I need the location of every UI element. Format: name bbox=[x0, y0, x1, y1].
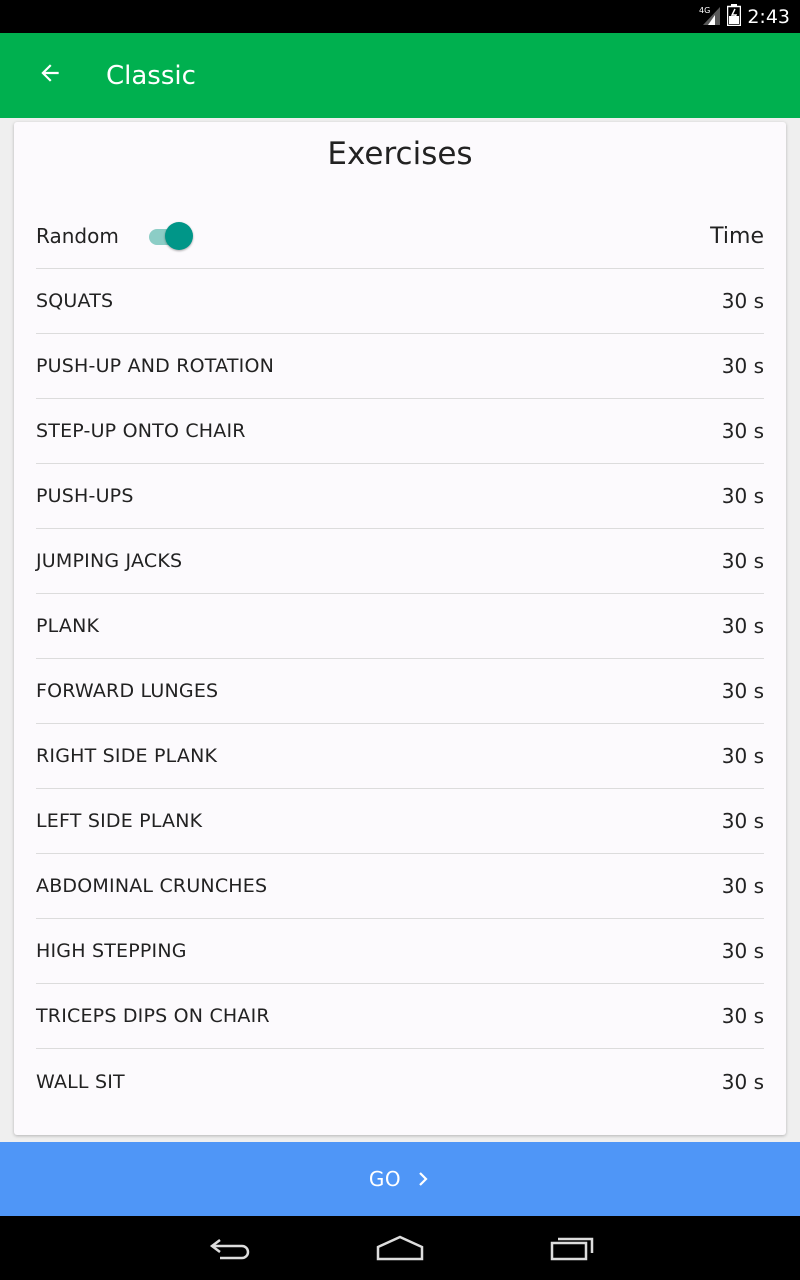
signal-icon: 4G bbox=[699, 4, 721, 31]
chevron-right-icon bbox=[419, 1172, 428, 1186]
nav-recents-button[interactable] bbox=[542, 1230, 602, 1266]
exercise-time: 30 s bbox=[721, 484, 764, 508]
list-item[interactable]: RIGHT SIDE PLANK 30 s bbox=[36, 724, 764, 789]
status-bar: 4G 2:43 bbox=[0, 0, 800, 33]
exercise-name: ABDOMINAL CRUNCHES bbox=[36, 875, 268, 897]
go-label: GO bbox=[368, 1167, 402, 1191]
exercise-time: 30 s bbox=[721, 1004, 764, 1028]
list-item[interactable]: HIGH STEPPING 30 s bbox=[36, 919, 764, 984]
exercise-name: LEFT SIDE PLANK bbox=[36, 810, 203, 832]
exercise-time: 30 s bbox=[721, 354, 764, 378]
status-time: 2:43 bbox=[747, 6, 790, 28]
toggle-thumb bbox=[164, 222, 193, 250]
list-item[interactable]: TRICEPS DIPS ON CHAIR 30 s bbox=[36, 984, 764, 1049]
random-label: Random bbox=[36, 224, 119, 248]
list-item[interactable]: PLANK 30 s bbox=[36, 594, 764, 659]
recents-nav-icon bbox=[550, 1237, 594, 1261]
battery-icon bbox=[727, 3, 742, 31]
exercises-card: Exercises Random Time SQUATS 30 s PUSH-UP … bbox=[14, 122, 786, 1135]
exercise-name: PUSH-UP AND ROTATION bbox=[36, 355, 275, 377]
home-nav-icon bbox=[376, 1235, 424, 1261]
back-nav-icon bbox=[209, 1239, 250, 1260]
exercise-time: 30 s bbox=[721, 939, 764, 963]
list-header: Random Time bbox=[36, 204, 764, 269]
network-type: 4G bbox=[699, 6, 710, 15]
exercise-name: JUMPING JACKS bbox=[36, 550, 183, 572]
list-item[interactable]: ABDOMINAL CRUNCHES 30 s bbox=[36, 854, 764, 919]
random-option: Random bbox=[36, 221, 195, 251]
exercise-name: RIGHT SIDE PLANK bbox=[36, 745, 218, 767]
list-item[interactable]: PUSH-UP AND ROTATION 30 s bbox=[36, 334, 764, 399]
nav-home-button[interactable] bbox=[370, 1230, 430, 1266]
system-nav-bar bbox=[0, 1216, 800, 1280]
exercise-name: PLANK bbox=[36, 615, 100, 637]
random-toggle[interactable] bbox=[147, 221, 195, 251]
list-item[interactable]: FORWARD LUNGES 30 s bbox=[36, 659, 764, 724]
exercise-time: 30 s bbox=[721, 549, 764, 573]
exercise-time: 30 s bbox=[721, 289, 764, 313]
nav-back-button[interactable] bbox=[200, 1230, 260, 1266]
list-item[interactable]: PUSH-UPS 30 s bbox=[36, 464, 764, 529]
time-header: Time bbox=[710, 223, 764, 249]
exercise-name: TRICEPS DIPS ON CHAIR bbox=[36, 1005, 270, 1027]
list-item[interactable]: LEFT SIDE PLANK 30 s bbox=[36, 789, 764, 854]
exercise-time: 30 s bbox=[721, 744, 764, 768]
exercise-time: 30 s bbox=[721, 1069, 764, 1094]
list-item[interactable]: JUMPING JACKS 30 s bbox=[36, 529, 764, 594]
exercise-name: SQUATS bbox=[36, 290, 114, 312]
list-item[interactable]: SQUATS 30 s bbox=[36, 269, 764, 334]
exercise-name: WALL SIT bbox=[36, 1070, 125, 1093]
back-button[interactable] bbox=[32, 55, 68, 91]
exercise-name: HIGH STEPPING bbox=[36, 940, 187, 962]
app-bar: Classic bbox=[0, 33, 800, 118]
exercise-time: 30 s bbox=[721, 874, 764, 898]
list-item[interactable]: WALL SIT 30 s bbox=[36, 1049, 764, 1114]
exercise-name: PUSH-UPS bbox=[36, 485, 134, 507]
card-title: Exercises bbox=[327, 136, 473, 172]
exercise-time: 30 s bbox=[721, 809, 764, 833]
exercise-time: 30 s bbox=[721, 614, 764, 638]
page-title: Classic bbox=[106, 61, 196, 91]
exercise-name: STEP-UP ONTO CHAIR bbox=[36, 420, 246, 442]
status-icons: 4G 2:43 bbox=[699, 3, 790, 31]
go-button[interactable]: GO bbox=[0, 1142, 800, 1216]
arrow-left-icon bbox=[41, 64, 59, 82]
exercise-name: FORWARD LUNGES bbox=[36, 680, 219, 702]
exercise-time: 30 s bbox=[721, 419, 764, 443]
list-item[interactable]: STEP-UP ONTO CHAIR 30 s bbox=[36, 399, 764, 464]
exercise-time: 30 s bbox=[721, 679, 764, 703]
